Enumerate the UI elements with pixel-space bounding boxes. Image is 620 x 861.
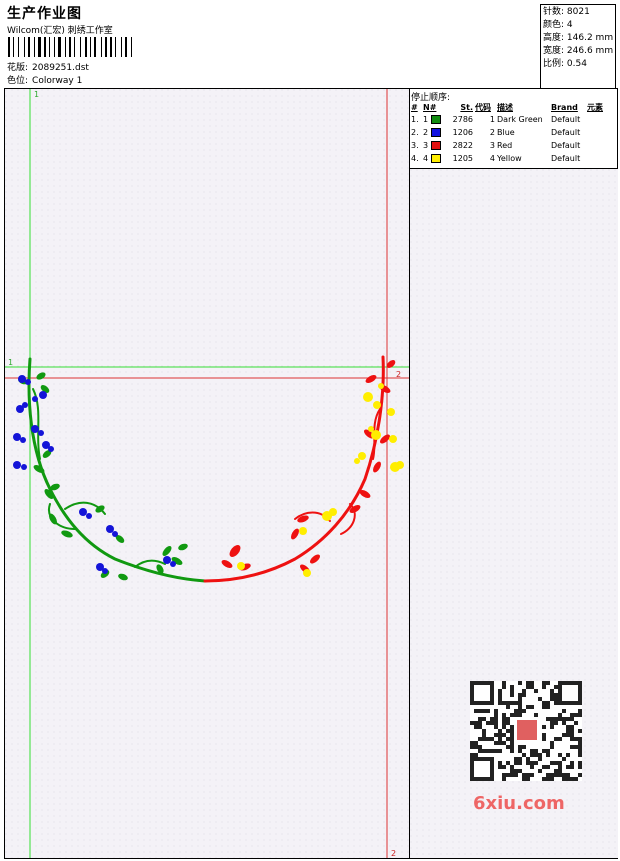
row-brand: Default [551,128,581,137]
stat-scale: 比例: 0.54 [543,59,587,69]
row-element [586,113,604,126]
stat-colors: 颜色: 4 [543,20,573,30]
stat-height: 高度: 146.2 mm [543,33,614,43]
design-file-value: 2089251.dst [32,63,89,73]
design-file-label: 花版: [7,63,29,73]
col-stitches: St. [460,102,473,112]
stat-width: 宽度: 246.6 mm [543,46,614,56]
row-code: 4 [489,154,495,163]
design-file-line: 花版: 2089251.dst [7,60,89,73]
row-desc: Dark Green [497,115,543,124]
row-element [586,139,604,152]
row-index: 4. [411,154,419,163]
color-row: 3. 3 2822 3 Red Default [410,139,604,152]
watermark-site: 6xiu.com [473,793,565,814]
blank-panel-bg: 6xiu.com [410,169,618,858]
row-stitches: 2786 [452,115,473,124]
row-element [586,126,604,139]
col-desc: 描述 [497,102,513,112]
barcode-icon [8,37,132,57]
guide-green-h-label: 1 [8,358,13,367]
row-code: 3 [489,141,495,150]
stat-stitches: 针数: 8021 [543,7,590,17]
col-index: # [411,102,418,112]
col-n: N# [423,102,437,112]
sheet-title: 生产作业图 [7,6,82,22]
color-table-header: # N# St. 代码 描述 Brand 元素 [410,101,604,113]
row-n: 3 [422,139,450,152]
row-desc: Red [497,141,513,150]
embroidery-design: 1 1 2 2 [5,89,409,858]
col-brand: Brand [551,102,578,112]
row-code: 2 [489,128,495,137]
color-table: # N# St. 代码 描述 Brand 元素 1. 1 2786 1 Dark Gr… [410,101,604,165]
design-stats: 针数: 8021 颜色: 4 高度: 146.2 mm 宽度: 246.6 mm… [540,4,616,88]
color-row: 1. 1 2786 1 Dark Green Default [410,113,604,126]
blank-panel: 6xiu.com [410,169,618,858]
color-swatch [430,115,441,124]
company-name: Wilcom(汇宏) 刺绣工作室 [7,26,113,36]
guide-red-v-label: 2 [391,849,396,858]
color-row: 2. 2 1206 2 Blue Default [410,126,604,139]
design-preview: 1 1 2 2 [5,89,409,858]
row-stitches: 2822 [452,141,473,150]
row-brand: Default [551,154,581,163]
col-code: 代码 [475,102,491,112]
production-sheet: 生产作业图 Wilcom(汇宏) 刺绣工作室 花版: 2089251.dst 色位… [0,0,620,861]
guide-red-h-label: 2 [396,370,401,379]
row-index: 3. [411,141,419,150]
row-brand: Default [551,115,581,124]
color-swatch [430,154,441,163]
color-swatch [430,141,441,150]
row-code: 1 [489,115,495,124]
row-brand: Default [551,141,581,150]
row-n: 4 [422,152,450,165]
qr-code-icon [470,681,582,781]
row-desc: Blue [497,128,515,137]
colorway-label: 色位: [7,76,29,86]
frame-bottom [4,858,618,859]
row-stitches: 1206 [452,128,473,137]
col-element: 元素 [587,102,603,112]
row-n: 1 [422,113,450,126]
row-stitches: 1205 [452,154,473,163]
colorway-line: 色位: Colorway 1 [7,73,82,86]
colorway-value: Colorway 1 [32,76,83,86]
row-element [586,152,604,165]
row-n: 2 [422,126,450,139]
row-index: 2. [411,128,419,137]
color-swatch [430,128,441,137]
row-desc: Yellow [497,154,522,163]
guide-green-v-label: 1 [34,90,39,99]
row-index: 1. [411,115,419,124]
color-row: 4. 4 1205 4 Yellow Default [410,152,604,165]
canvas-background [5,89,409,858]
